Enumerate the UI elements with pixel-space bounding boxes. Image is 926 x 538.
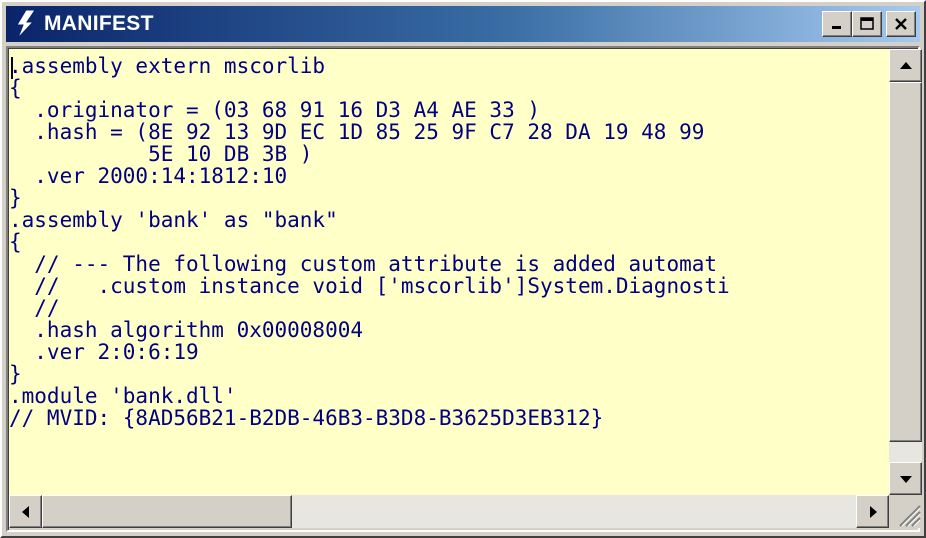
minimize-button[interactable] bbox=[822, 11, 852, 37]
scroll-left-arrow-icon bbox=[21, 505, 29, 518]
code-line: .ver 2:0:6:19 bbox=[9, 340, 199, 364]
code-line: .assembly extern mscorlib bbox=[9, 54, 326, 78]
code-line: // .custom instance void ['mscorlib']Sys… bbox=[9, 274, 730, 298]
size-grip[interactable] bbox=[889, 495, 922, 528]
scroll-up-button[interactable] bbox=[889, 49, 922, 82]
code-line: // --- The following custom attribute is… bbox=[9, 252, 718, 276]
title-bar[interactable]: MANIFEST bbox=[6, 6, 920, 42]
lightning-bolt-icon bbox=[16, 9, 36, 39]
code-line: .module 'bank.dll' bbox=[9, 384, 237, 408]
client-area: .assembly extern mscorlib{ .originator =… bbox=[6, 46, 922, 532]
horizontal-scrollbar[interactable] bbox=[9, 495, 889, 528]
code-line: } bbox=[9, 186, 22, 210]
horizontal-scroll-thumb[interactable] bbox=[42, 495, 292, 528]
size-grip-icon bbox=[899, 505, 921, 527]
code-line: } bbox=[9, 362, 22, 386]
code-line: .originator = (03 68 91 16 D3 A4 AE 33 ) bbox=[9, 98, 541, 122]
code-line: .hash algorithm 0x00008004 bbox=[9, 318, 364, 342]
scroll-up-arrow-icon bbox=[899, 61, 912, 69]
scroll-right-arrow-icon bbox=[869, 505, 877, 518]
code-line: 5E 10 DB 3B ) bbox=[9, 142, 313, 166]
code-line: .hash = (8E 92 13 9D EC 1D 85 25 9F C7 2… bbox=[9, 120, 705, 144]
close-button[interactable] bbox=[886, 11, 916, 37]
vertical-scrollbar[interactable] bbox=[889, 49, 922, 495]
code-line: .assembly 'bank' as "bank" bbox=[9, 208, 338, 232]
scroll-down-button[interactable] bbox=[889, 462, 922, 495]
code-line: .ver 2000:14:1812:10 bbox=[9, 164, 288, 188]
code-line: { bbox=[9, 230, 22, 254]
scroll-right-button[interactable] bbox=[856, 495, 889, 528]
code-line: // bbox=[9, 296, 60, 320]
maximize-icon bbox=[860, 17, 874, 30]
close-icon bbox=[895, 18, 907, 30]
vertical-scroll-thumb[interactable] bbox=[889, 82, 922, 442]
scroll-left-button[interactable] bbox=[9, 495, 42, 528]
manifest-code: .assembly extern mscorlib{ .originator =… bbox=[9, 49, 889, 429]
maximize-button[interactable] bbox=[852, 11, 882, 37]
window-title: MANIFEST bbox=[44, 12, 154, 35]
code-line: // MVID: {8AD56B21-B2DB-46B3-B3D8-B3625D… bbox=[9, 406, 604, 430]
manifest-window: MANIFEST .assembly extern mscorlib {.or… bbox=[0, 0, 926, 538]
code-line: { bbox=[9, 76, 22, 100]
text-caret bbox=[11, 57, 13, 79]
minimize-icon bbox=[832, 26, 841, 29]
scroll-down-arrow-icon bbox=[899, 475, 912, 483]
manifest-text-area[interactable]: .assembly extern mscorlib{ .originator =… bbox=[9, 49, 889, 495]
